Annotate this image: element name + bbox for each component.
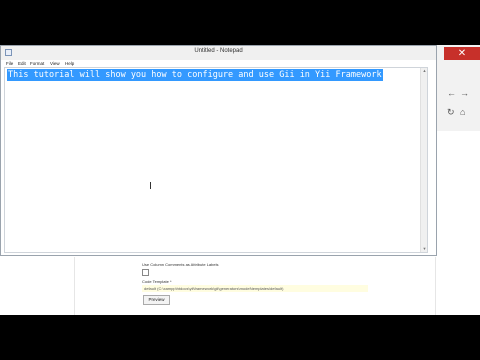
menu-format[interactable]: Format xyxy=(30,60,44,67)
back-icon[interactable]: ← xyxy=(447,88,456,98)
column-comments-label: Use Column Comments as Attribute Labels xyxy=(142,262,219,267)
notepad-text-area[interactable]: This tutorial will show you how to confi… xyxy=(4,67,428,253)
selected-text[interactable]: This tutorial will show you how to confi… xyxy=(7,69,383,81)
menu-edit[interactable]: Edit xyxy=(18,60,26,67)
preview-button[interactable]: Preview xyxy=(143,295,170,305)
forward-icon[interactable]: → xyxy=(460,88,469,98)
refresh-icon[interactable]: ↻ xyxy=(447,107,455,118)
column-comments-checkbox[interactable] xyxy=(142,269,149,276)
notepad-window: Untitled - Notepad File Edit Format View… xyxy=(0,45,437,256)
menu-view[interactable]: View xyxy=(50,60,60,67)
menu-help[interactable]: Help xyxy=(65,60,74,67)
desktop-screen: ✕ ← → ↻ ⌂ Use Column Comments as Attribu… xyxy=(0,45,480,315)
text-cursor xyxy=(150,182,151,189)
scroll-up-icon[interactable]: ▲ xyxy=(421,68,428,74)
notepad-titlebar[interactable]: Untitled - Notepad xyxy=(1,46,436,60)
menu-file[interactable]: File xyxy=(6,60,13,67)
home-icon[interactable]: ⌂ xyxy=(460,107,465,117)
code-template-select[interactable]: default (C:\xampp\htdocs\yii\framework\g… xyxy=(142,285,368,292)
notepad-menubar: File Edit Format View Help xyxy=(1,60,436,67)
scroll-down-icon[interactable]: ▼ xyxy=(421,246,428,252)
notepad-title: Untitled - Notepad xyxy=(194,48,243,54)
code-template-label: Code Template * xyxy=(142,279,172,284)
vertical-scrollbar[interactable]: ▲ ▼ xyxy=(420,68,427,252)
window-close-button[interactable]: ✕ xyxy=(444,47,480,60)
